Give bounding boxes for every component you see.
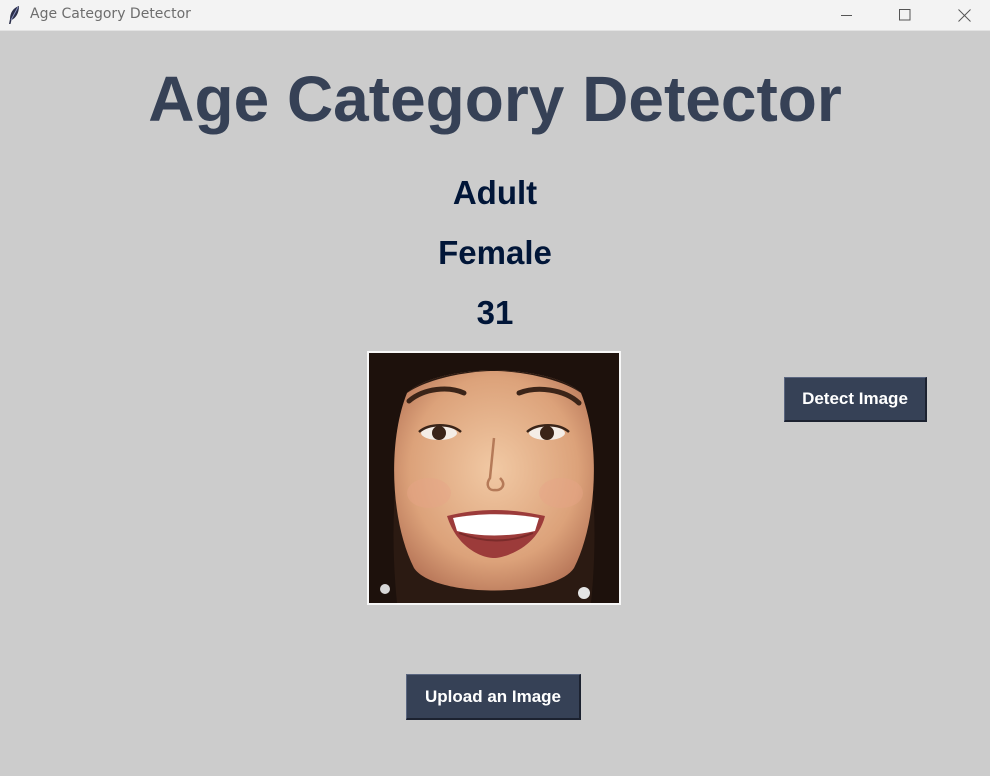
age-category-label: Adult <box>452 174 538 211</box>
maximize-button[interactable] <box>882 0 928 30</box>
age-value-label: 31 <box>476 294 514 331</box>
window-title: Age Category Detector <box>30 6 191 22</box>
app-window: Age Category Detector Age Category Detec… <box>0 0 990 776</box>
upload-image-button[interactable]: Upload an Image <box>406 674 581 720</box>
feather-icon <box>7 5 21 25</box>
uploaded-image <box>367 351 621 605</box>
close-icon <box>957 8 971 22</box>
title-bar[interactable]: Age Category Detector <box>0 0 990 31</box>
minimize-button[interactable] <box>824 0 870 30</box>
detect-image-button[interactable]: Detect Image <box>784 377 927 422</box>
close-button[interactable] <box>941 0 987 30</box>
page-title: Age Category Detector <box>148 63 842 135</box>
gender-label: Female <box>438 234 552 271</box>
maximize-icon <box>899 9 911 21</box>
minimize-icon <box>841 9 853 21</box>
